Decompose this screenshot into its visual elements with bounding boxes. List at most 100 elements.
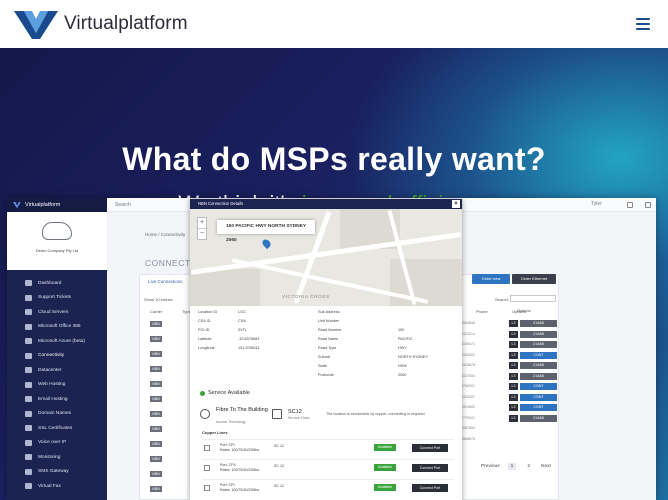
sidebar-item-icon <box>25 410 32 417</box>
sidebar-item[interactable]: Monitoring <box>7 450 107 465</box>
copper-port-rates: Rates: 100/75/40/20Mbs <box>220 467 260 472</box>
sidebar-item[interactable]: Cloud Servers <box>7 305 107 320</box>
breadcrumb: Home / Connectivity <box>145 232 186 237</box>
carrier-badge: NBN <box>150 471 162 477</box>
settings-icon[interactable] <box>627 202 633 208</box>
app-logo-icon <box>13 201 21 209</box>
sidebar-item[interactable]: Connectivity <box>7 349 107 364</box>
option-button[interactable]: CONT <box>520 383 557 390</box>
options-header: Options <box>517 308 531 313</box>
sidebar-item[interactable]: SSL Certificates <box>7 421 107 436</box>
detail-key: Road Type <box>318 346 337 350</box>
detail-value: 2VTL <box>238 328 248 332</box>
sidebar-item[interactable]: SMS Gateway <box>7 465 107 480</box>
sidebar-item-icon <box>25 396 32 403</box>
modal-title: NBN Connection Details <box>198 201 244 206</box>
nbn-connection-modal: NBN Connection Details × + − 150 PACIFIC… <box>190 199 462 500</box>
connect-port-button[interactable]: Connect Port <box>412 444 448 452</box>
fibre-title: Fibre To The Building <box>216 407 268 413</box>
detail-key: Suburb <box>318 355 331 359</box>
top-nav: Virtualplatform <box>0 0 668 48</box>
pagination-next[interactable]: Next <box>541 464 551 469</box>
sidebar-item[interactable]: Support Tickets <box>7 291 107 306</box>
sidebar-item[interactable]: Microsoft Azure (beta) <box>7 334 107 349</box>
sidebar-item[interactable]: Dashboard <box>7 276 107 291</box>
options-row: L3 CONT <box>509 393 557 401</box>
fibre-icon <box>200 409 210 419</box>
layer-badge: L3 <box>509 404 518 411</box>
sidebar-item[interactable]: Domain Names <box>7 407 107 422</box>
option-button[interactable]: 214AB <box>520 414 557 422</box>
sidebar-item-label: SSL Certificates <box>38 425 73 431</box>
carrier-badge: NBN <box>150 396 162 402</box>
sidebar-item-label: Cloud Servers <box>38 309 69 315</box>
sidebar-item-icon <box>25 367 32 374</box>
layer-badge: L3 <box>509 383 518 390</box>
brand-name: Virtualplatform <box>64 13 188 34</box>
close-icon[interactable]: × <box>452 200 460 208</box>
option-button[interactable]: 214AB <box>520 362 557 369</box>
carrier-badge: NBN <box>150 441 162 447</box>
option-button[interactable]: 214AB <box>520 320 557 327</box>
option-button[interactable]: CONT <box>520 404 557 411</box>
options-row: L3 214AB <box>509 320 557 327</box>
option-button[interactable]: 214AB <box>520 372 557 380</box>
sidebar-item-icon <box>25 468 32 475</box>
zoom-out-button[interactable]: − <box>198 228 206 239</box>
sidebar-item-label: Microsoft Azure (beta) <box>38 338 85 344</box>
pagination-previous[interactable]: Previous <box>481 464 500 469</box>
map-zoom-control: + − <box>197 217 207 240</box>
product-screenshot: Virtualplatform Demo Company Pty Ltd Das… <box>7 198 656 500</box>
sidebar-item-icon <box>25 323 32 330</box>
service-class-sub: Service Class <box>288 416 310 420</box>
detail-value: 151.2056111 <box>238 346 260 350</box>
options-row: L3 CONT <box>509 351 557 359</box>
layer-badge: L3 <box>509 351 518 359</box>
sidebar-item[interactable]: Web Hosting <box>7 378 107 393</box>
show-entries[interactable]: Show 10 entries <box>144 297 173 302</box>
sidebar-item-label: Email Hosting <box>38 396 68 402</box>
sidebar-item[interactable]: Voice over IP <box>7 436 107 451</box>
sidebar-item-label: Voice over IP <box>38 440 67 446</box>
sidebar-item-label: Dashboard <box>38 280 62 286</box>
connect-port-button[interactable]: Connect Port <box>412 464 448 472</box>
sidebar-item[interactable]: Datacenter <box>7 363 107 378</box>
detail-value: PACIFIC <box>398 337 413 341</box>
order-new-button[interactable]: Order new <box>472 274 510 284</box>
pagination-page-2[interactable]: 2 <box>524 463 533 470</box>
brand[interactable]: Virtualplatform <box>14 9 188 39</box>
option-button[interactable]: 214AB <box>520 341 557 348</box>
map-pin-icon <box>260 237 273 250</box>
detail-value: 2060 <box>398 373 407 377</box>
hamburger-menu-icon[interactable] <box>636 18 650 30</box>
layer-badge: L3 <box>509 414 518 422</box>
layer-badge: L3 <box>509 330 518 338</box>
detail-key: Longitude <box>198 346 215 350</box>
order-ethernet-button[interactable]: Order Ethernet <box>512 274 556 284</box>
copper-port: Port: CP4 Rates: 100/75/40/20Mbs <box>220 463 259 472</box>
copper-line-row: Port: CPI Rates: 100/75/40/20Mbs SC 12 Avai… <box>202 479 454 497</box>
logout-icon[interactable] <box>645 202 651 208</box>
app-sidebar: Virtualplatform Demo Company Pty Ltd Das… <box>7 198 107 500</box>
sidebar-item[interactable]: Virtual Fax <box>7 479 107 494</box>
options-row: L3 CONT <box>509 404 557 411</box>
options-row: L3 214AB <box>509 362 557 369</box>
connect-port-button[interactable]: Connect Port <box>412 484 448 492</box>
options-row: L3 214AB <box>509 372 557 380</box>
detail-key: Postcode <box>318 373 334 377</box>
map-address-popup: 150 PACIFIC HWY NORTH SYDNEY 2060 <box>217 220 315 243</box>
option-button[interactable]: 214AB <box>520 330 557 338</box>
option-button[interactable]: CONT <box>520 351 557 359</box>
location-map[interactable]: + − 150 PACIFIC HWY NORTH SYDNEY 2060 VI… <box>190 209 462 306</box>
sidebar-item[interactable]: Email Hosting <box>7 392 107 407</box>
table-search-input[interactable] <box>510 295 556 302</box>
options-row: L3 214AB <box>509 330 557 338</box>
detail-key: Sub Address <box>318 310 340 314</box>
zoom-in-button[interactable]: + <box>198 218 206 228</box>
pagination-page-1[interactable]: 1 <box>507 463 517 470</box>
sidebar-item[interactable]: Microsoft Office 365 <box>7 320 107 335</box>
option-button[interactable]: CONT <box>520 393 557 401</box>
sidebar-item-label: Microsoft Office 365 <box>38 324 81 330</box>
app-user[interactable]: Tyler <box>591 201 602 207</box>
app-search[interactable]: Search <box>115 202 131 208</box>
